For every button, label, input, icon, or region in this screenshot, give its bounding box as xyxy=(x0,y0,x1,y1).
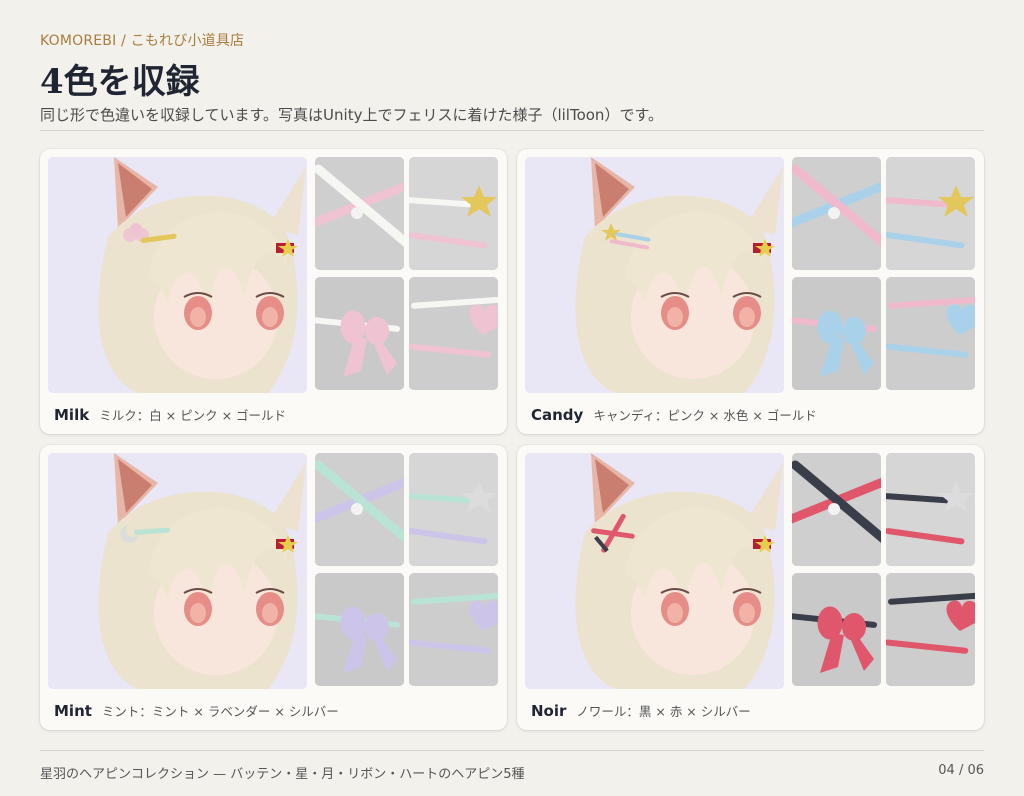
page-subtitle: 同じ形で色違いを収録しています。写真はUnity上でフェリスに着けた様子（lil… xyxy=(40,106,663,124)
variant-label: Noir ノワール：黒 × 赤 × シルバー xyxy=(531,701,751,720)
variant-card-milk: Milk ミルク：白 × ピンク × ゴールド xyxy=(40,149,507,434)
page-number: 04 / 06 xyxy=(938,763,984,778)
variant-description: ミント：ミント × ラベンダー × シルバー xyxy=(101,704,339,719)
product-photo-heart xyxy=(409,573,498,686)
variant-name: Candy xyxy=(531,406,584,424)
divider xyxy=(40,130,984,131)
character-photo xyxy=(525,157,784,393)
variant-name: Milk xyxy=(54,406,90,424)
product-photo-star xyxy=(409,453,498,566)
page-title: 4色を収録 xyxy=(40,62,200,102)
product-photo-heart xyxy=(409,277,498,390)
character-photo xyxy=(48,453,307,689)
product-photo-star xyxy=(886,157,975,270)
variant-description: ミルク：白 × ピンク × ゴールド xyxy=(99,408,287,423)
product-photo-ribbon xyxy=(792,573,881,686)
product-photo-ribbon xyxy=(315,573,404,686)
product-photo-star xyxy=(409,157,498,270)
variant-label: Candy キャンディ：ピンク × 水色 × ゴールド xyxy=(531,405,817,424)
product-photo-heart xyxy=(886,277,975,390)
product-photo-cross xyxy=(315,157,404,270)
variant-description: キャンディ：ピンク × 水色 × ゴールド xyxy=(593,408,817,423)
character-photo xyxy=(525,453,784,689)
product-photo-cross xyxy=(315,453,404,566)
variant-card-noir: Noir ノワール：黒 × 赤 × シルバー xyxy=(517,445,984,730)
variant-description: ノワール：黒 × 赤 × シルバー xyxy=(576,704,751,719)
footer-caption: 星羽のヘアピンコレクション — バッテン・星・月・リボン・ハートのヘアピン5種 xyxy=(40,767,525,782)
product-photo-star xyxy=(886,453,975,566)
variant-name: Mint xyxy=(54,702,92,720)
variant-card-mint: Mint ミント：ミント × ラベンダー × シルバー xyxy=(40,445,507,730)
product-photo-ribbon xyxy=(792,277,881,390)
variant-card-candy: Candy キャンディ：ピンク × 水色 × ゴールド xyxy=(517,149,984,434)
character-photo xyxy=(48,157,307,393)
variant-label: Mint ミント：ミント × ラベンダー × シルバー xyxy=(54,701,339,720)
divider xyxy=(40,750,984,751)
product-photo-ribbon xyxy=(315,277,404,390)
product-photo-cross xyxy=(792,453,881,566)
product-photo-heart xyxy=(886,573,975,686)
brand-label: KOMOREBI / こもれび小道具店 xyxy=(40,33,245,49)
variant-label: Milk ミルク：白 × ピンク × ゴールド xyxy=(54,405,286,424)
variant-name: Noir xyxy=(531,702,567,720)
product-photo-cross xyxy=(792,157,881,270)
page: KOMOREBI / こもれび小道具店 4色を収録 同じ形で色違いを収録していま… xyxy=(40,0,984,796)
